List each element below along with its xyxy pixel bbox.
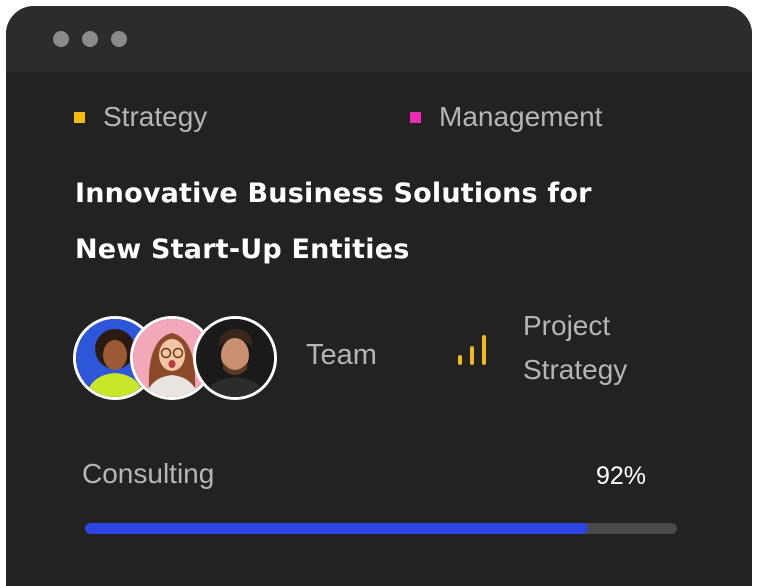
progress-bar-fill [85,523,589,534]
progress-label: Consulting [82,458,215,489]
window-dot-3[interactable] [111,31,127,47]
management-square-icon [410,111,421,123]
window-dot-1[interactable] [53,31,69,47]
project-label-line-2: Strategy [523,354,628,385]
progress-percent: 92% [596,462,647,490]
project-strategy-label: Project Strategy [523,304,673,392]
page-title: Innovative Business Solutions for New St… [75,166,715,278]
headline-line-2: New Start-Up Entities [75,234,410,265]
avatar-man-dark-icon [196,319,274,397]
tag-management-label: Management [439,101,603,132]
strategy-square-icon [74,111,85,123]
window-titlebar [6,6,752,72]
headline-line-1: Innovative Business Solutions for [75,178,592,209]
project-label-line-1: Project [523,310,611,341]
window-dot-2[interactable] [82,31,98,47]
tag-strategy-label: Strategy [103,101,208,132]
team-label: Team [306,339,377,371]
avatar-3[interactable] [193,316,277,400]
signal-bars-icon [458,335,486,365]
project-card: Strategy Management Innovative Business … [6,6,752,586]
progress-bar [85,523,677,534]
tag-strategy: Strategy [74,101,208,132]
tag-management: Management [410,101,603,132]
